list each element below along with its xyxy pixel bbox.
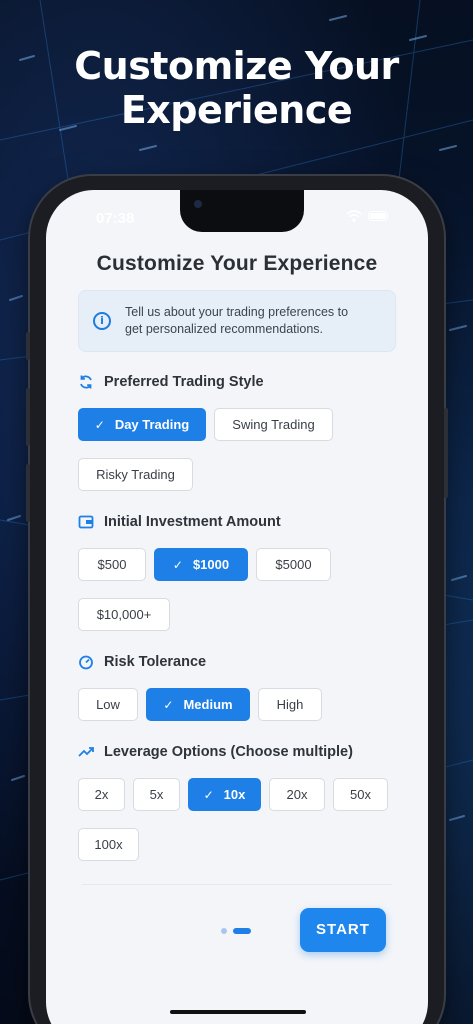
section-title-risk: Risk Tolerance bbox=[78, 654, 206, 670]
info-text: Tell us about your trading preferences t… bbox=[125, 304, 348, 338]
promo-title-line2: Experience bbox=[120, 88, 353, 132]
chip-label: 50x bbox=[350, 787, 371, 802]
check-icon: ✓ bbox=[94, 418, 105, 432]
phone-frame: 07:38 Customize Your Experience i Tell u… bbox=[26, 176, 448, 1024]
section-label: Initial Investment Amount bbox=[104, 514, 281, 530]
option-100x[interactable]: 100x bbox=[78, 828, 139, 861]
section-label: Leverage Options (Choose multiple) bbox=[104, 744, 353, 760]
promo-title: Customize Your Experience bbox=[0, 44, 473, 132]
status-time: 07:38 bbox=[96, 210, 135, 227]
phone-notch bbox=[180, 190, 304, 232]
chip-label: 100x bbox=[94, 837, 123, 852]
page-dot-2-active[interactable] bbox=[233, 928, 251, 934]
section-label: Preferred Trading Style bbox=[104, 374, 264, 390]
info-text-line2: get personalized recommendations. bbox=[125, 322, 324, 336]
section-title-leverage: Leverage Options (Choose multiple) bbox=[78, 744, 353, 760]
chip-label: Medium bbox=[183, 697, 233, 712]
chip-label: $500 bbox=[97, 557, 127, 572]
chip-label: 20x bbox=[286, 787, 308, 802]
app-screen: 07:38 Customize Your Experience i Tell u… bbox=[46, 190, 428, 1024]
option-swing-trading[interactable]: Swing Trading bbox=[214, 408, 333, 441]
chip-label: High bbox=[276, 697, 304, 712]
chip-label: $5000 bbox=[275, 557, 312, 572]
option-5000[interactable]: $5000 bbox=[256, 548, 331, 581]
option-risky-trading[interactable]: Risky Trading bbox=[78, 458, 193, 491]
option-high[interactable]: High bbox=[258, 688, 322, 721]
check-icon: ✓ bbox=[163, 698, 174, 712]
battery-icon bbox=[368, 211, 388, 221]
phone-power-button bbox=[444, 408, 448, 498]
trending-up-icon bbox=[78, 744, 94, 760]
info-text-line1: Tell us about your trading preferences t… bbox=[125, 305, 349, 319]
option-20x[interactable]: 20x bbox=[269, 778, 325, 811]
status-icons bbox=[346, 210, 388, 222]
chip-label: Risky Trading bbox=[96, 467, 175, 482]
chip-label: 10x bbox=[223, 787, 246, 802]
option-2x[interactable]: 2x bbox=[78, 778, 125, 811]
home-indicator[interactable] bbox=[170, 1010, 306, 1014]
check-icon: ✓ bbox=[203, 788, 214, 802]
info-banner: i Tell us about your trading preferences… bbox=[78, 290, 396, 352]
option-50x[interactable]: 50x bbox=[333, 778, 388, 811]
section-title-trading-style: Preferred Trading Style bbox=[78, 374, 264, 390]
option-medium[interactable]: ✓ Medium bbox=[146, 688, 250, 721]
camera-icon bbox=[194, 200, 202, 208]
section-title-investment: Initial Investment Amount bbox=[78, 514, 281, 530]
chip-label: 2x bbox=[94, 787, 109, 802]
page-indicator bbox=[221, 928, 251, 934]
chip-label: 5x bbox=[149, 787, 164, 802]
wallet-icon bbox=[78, 514, 94, 530]
gauge-icon bbox=[78, 654, 94, 670]
phone-mute-switch bbox=[26, 332, 30, 360]
chip-label: $1000 bbox=[192, 557, 230, 572]
chip-label: Day Trading bbox=[114, 417, 190, 432]
promo-title-line1: Customize Your bbox=[74, 44, 399, 88]
start-button[interactable]: START bbox=[300, 908, 386, 952]
phone-volume-up bbox=[26, 388, 30, 446]
page-dot-1[interactable] bbox=[221, 928, 227, 934]
option-1000[interactable]: ✓ $1000 bbox=[154, 548, 248, 581]
check-icon: ✓ bbox=[172, 558, 183, 572]
option-500[interactable]: $500 bbox=[78, 548, 146, 581]
chip-label: Low bbox=[96, 697, 120, 712]
chip-label: $10,000+ bbox=[96, 607, 152, 622]
phone-volume-down bbox=[26, 464, 30, 522]
option-5x[interactable]: 5x bbox=[133, 778, 180, 811]
option-low[interactable]: Low bbox=[78, 688, 138, 721]
wifi-icon bbox=[346, 210, 362, 222]
section-label: Risk Tolerance bbox=[104, 654, 207, 670]
option-day-trading[interactable]: ✓ Day Trading bbox=[78, 408, 206, 441]
chip-label: Swing Trading bbox=[232, 417, 315, 432]
refresh-icon bbox=[78, 374, 94, 390]
option-10000-plus[interactable]: $10,000+ bbox=[78, 598, 170, 631]
info-icon: i bbox=[93, 312, 111, 330]
option-10x[interactable]: ✓ 10x bbox=[188, 778, 261, 811]
screen-title: Customize Your Experience bbox=[96, 252, 378, 275]
divider bbox=[82, 884, 392, 885]
